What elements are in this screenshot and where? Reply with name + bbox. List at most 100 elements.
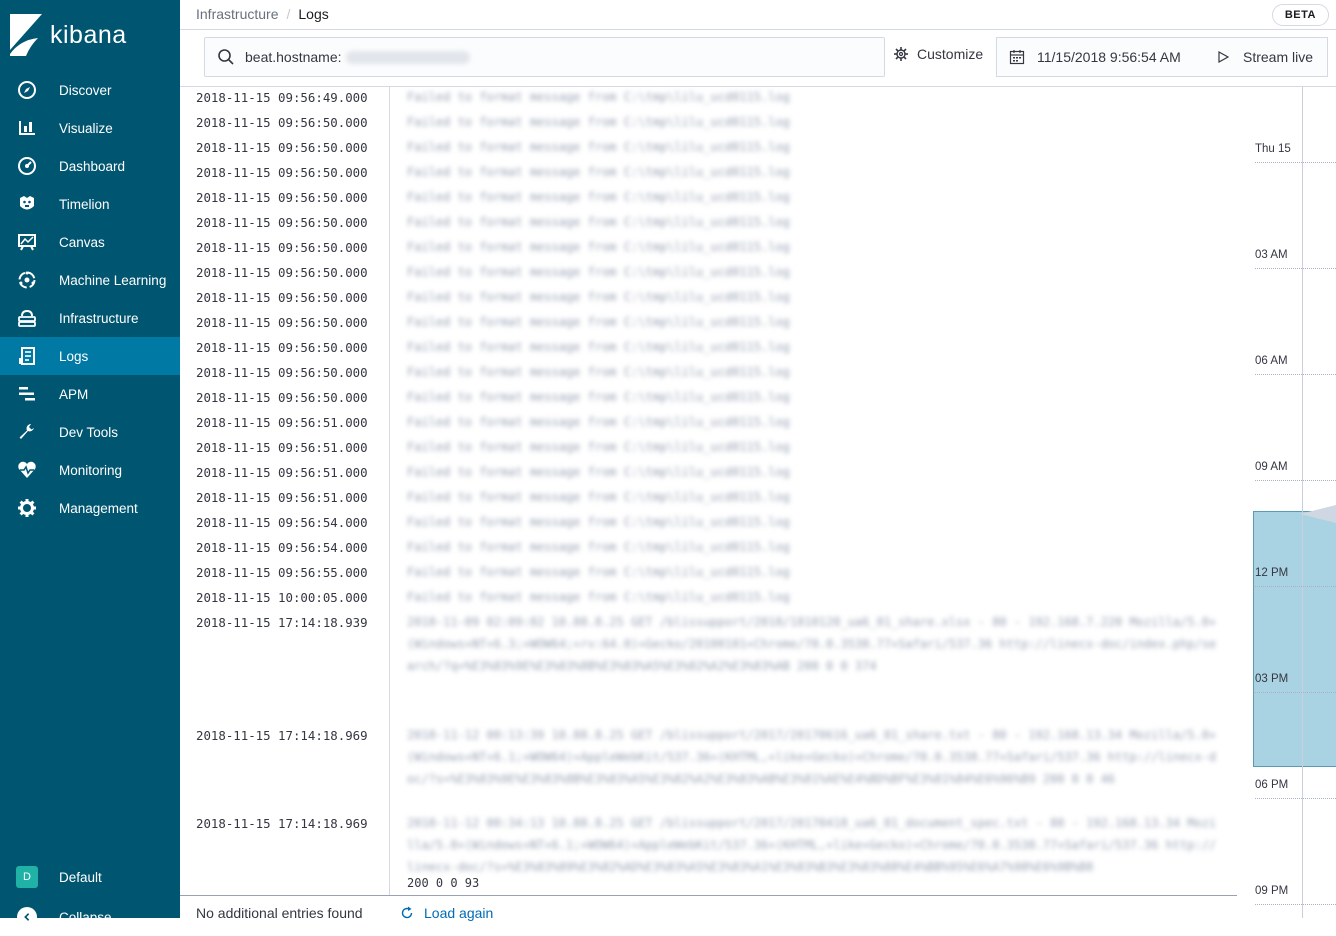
search-query-redacted: [345, 50, 470, 64]
nav-label: Canvas: [59, 234, 105, 250]
logs-icon: [17, 346, 37, 366]
collapse-icon: [17, 907, 37, 927]
log-message: 2018-11-12 00:34:13 10.88.8.25 GET /blis…: [407, 816, 1217, 874]
log-timestamp: 2018-11-15 09:56:50.000: [196, 215, 368, 230]
nav-item-visualize[interactable]: Visualize: [0, 109, 180, 147]
log-message: Failed to format message from C:\tmp\lil…: [407, 290, 790, 304]
gear-icon: [17, 498, 37, 518]
nav-item-discover[interactable]: Discover: [0, 71, 180, 109]
wrench-icon: [17, 422, 37, 442]
minimap-tick-line: [1255, 904, 1336, 905]
calendar-icon: [1009, 50, 1025, 65]
minimap-tick-label: 03 PM: [1255, 673, 1289, 685]
log-timestamp: 2018-11-15 09:56:50.000: [196, 290, 368, 305]
log-minimap[interactable]: Thu 15 03 AM 06 AM 09 AM 12 PM 03 PM 06 PM 09 P…: [1237, 87, 1336, 918]
log-timestamp: 2018-11-15 09:56:50.000: [196, 265, 368, 280]
minimap-visible-range[interactable]: [1253, 511, 1336, 767]
collapse-button[interactable]: Collapse: [0, 898, 180, 936]
log-timestamp: 2018-11-15 09:56:50.000: [196, 365, 368, 380]
minimap-tick: 09 AM: [1255, 461, 1336, 481]
log-timestamp: 2018-11-15 09:56:50.000: [196, 315, 368, 330]
breadcrumb-infrastructure-link[interactable]: Infrastructure: [196, 6, 278, 22]
log-message: Failed to format message from C:\tmp\lil…: [407, 115, 790, 129]
log-stream[interactable]: 2018-11-15 09:56:49.000 Failed to format …: [180, 87, 1237, 895]
canvas-icon: [17, 232, 37, 252]
kibana-logo-text: kibana: [50, 20, 127, 49]
space-label: Default: [59, 869, 102, 885]
minimap-position-marker: [1300, 505, 1336, 523]
nav-item-canvas[interactable]: Canvas: [0, 223, 180, 261]
search-icon: [218, 49, 234, 65]
nav-label: Machine Learning: [59, 272, 167, 288]
log-timestamp: 2018-11-15 17:14:18.969: [196, 816, 368, 831]
nav-item-dashboard[interactable]: Dashboard: [0, 147, 180, 185]
log-timestamp: 2018-11-15 09:56:51.000: [196, 415, 368, 430]
nav-label: Dashboard: [59, 158, 126, 174]
breadcrumb-current: Logs: [298, 6, 329, 22]
nav-label: Management: [59, 500, 138, 516]
bar-chart-icon: [17, 118, 37, 138]
nav-label: Logs: [59, 348, 89, 364]
minimap-tick: 03 PM: [1255, 673, 1336, 693]
minimap-tick-label: 12 PM: [1255, 567, 1289, 579]
nav-item-infrastructure[interactable]: Infrastructure: [0, 299, 180, 337]
log-message: Failed to format message from C:\tmp\lil…: [407, 340, 790, 354]
load-again-button[interactable]: Load again: [400, 905, 493, 921]
minimap-tick-line: [1255, 798, 1336, 799]
log-message: Failed to format message from C:\tmp\lil…: [407, 490, 790, 504]
kibana-logo[interactable]: kibana: [10, 13, 127, 57]
log-timestamp: 2018-11-15 09:56:49.000: [196, 90, 368, 105]
nav-label: Monitoring: [59, 462, 123, 478]
log-message: Failed to format message from C:\tmp\lil…: [407, 565, 790, 579]
customize-button[interactable]: Customize: [893, 46, 983, 62]
log-timestamp: 2018-11-15 09:56:54.000: [196, 540, 368, 555]
minimap-tick: 03 AM: [1255, 249, 1336, 269]
nav-label: Timelion: [59, 196, 110, 212]
nav-item-logs[interactable]: Logs: [0, 337, 180, 375]
log-message: Failed to format message from C:\tmp\lil…: [407, 465, 790, 479]
date-picker[interactable]: 11/15/2018 9:56:54 AM: [996, 37, 1209, 77]
nav-label: Discover: [59, 82, 112, 98]
nav-item-timelion[interactable]: Timelion: [0, 185, 180, 223]
minimap-tick-label: Thu 15: [1255, 143, 1291, 155]
nav-menu: Discover Visualize Dashboard Timelion Ca…: [0, 71, 180, 527]
gear-icon: [894, 47, 908, 61]
nav-label: Visualize: [59, 120, 113, 136]
log-message: Failed to format message from C:\tmp\lil…: [407, 515, 790, 529]
log-timestamp: 2018-11-15 17:14:18.939: [196, 615, 368, 630]
log-timestamp: 2018-11-15 09:56:50.000: [196, 140, 368, 155]
breadcrumb: Infrastructure / Logs: [196, 6, 329, 22]
no-more-entries-text: No additional entries found: [196, 905, 363, 921]
nav-item-monitoring[interactable]: Monitoring: [0, 451, 180, 489]
minimap-tick: 09 PM: [1255, 885, 1336, 905]
minimap-tick-label: 06 PM: [1255, 779, 1289, 791]
log-timestamp: 2018-11-15 09:56:54.000: [196, 515, 368, 530]
nav-item-apm[interactable]: APM: [0, 375, 180, 413]
nav-item-dev-tools[interactable]: Dev Tools: [0, 413, 180, 451]
log-message: Failed to format message from C:\tmp\lil…: [407, 265, 790, 279]
log-message: Failed to format message from C:\tmp\lil…: [407, 190, 790, 204]
log-timestamp: 2018-11-15 10:00:05.000: [196, 590, 368, 605]
minimap-tick: 12 PM: [1255, 567, 1336, 587]
log-message: Failed to format message from C:\tmp\lil…: [407, 365, 790, 379]
nav-item-machine-learning[interactable]: Machine Learning: [0, 261, 180, 299]
space-avatar: D: [16, 866, 38, 888]
nav-item-management[interactable]: Management: [0, 489, 180, 527]
minimap-tick-label: 09 PM: [1255, 885, 1289, 897]
log-timestamp: 2018-11-15 09:56:50.000: [196, 240, 368, 255]
search-input[interactable]: beat.hostname:: [204, 37, 885, 77]
log-timestamp: 2018-11-15 09:56:50.000: [196, 115, 368, 130]
minimap-tick-label: 06 AM: [1255, 355, 1288, 367]
minimap-tick: 06 AM: [1255, 355, 1336, 375]
stream-live-button[interactable]: Stream live: [1207, 37, 1328, 77]
space-selector[interactable]: D Default: [0, 858, 180, 896]
log-timestamp: 2018-11-15 09:56:50.000: [196, 340, 368, 355]
timelion-icon: [17, 194, 37, 214]
compass-icon: [17, 80, 37, 100]
kibana-logo-icon: [10, 14, 42, 56]
log-message: 2018-11-09 02:09:02 10.88.8.25 GET /blis…: [407, 615, 1217, 673]
log-timestamp: 2018-11-15 09:56:50.000: [196, 165, 368, 180]
log-message: Failed to format message from C:\tmp\lil…: [407, 240, 790, 254]
log-timestamp: 2018-11-15 17:14:18.969: [196, 728, 368, 743]
log-message: 2018-11-12 00:13:39 10.88.8.25 GET /blis…: [407, 728, 1217, 786]
